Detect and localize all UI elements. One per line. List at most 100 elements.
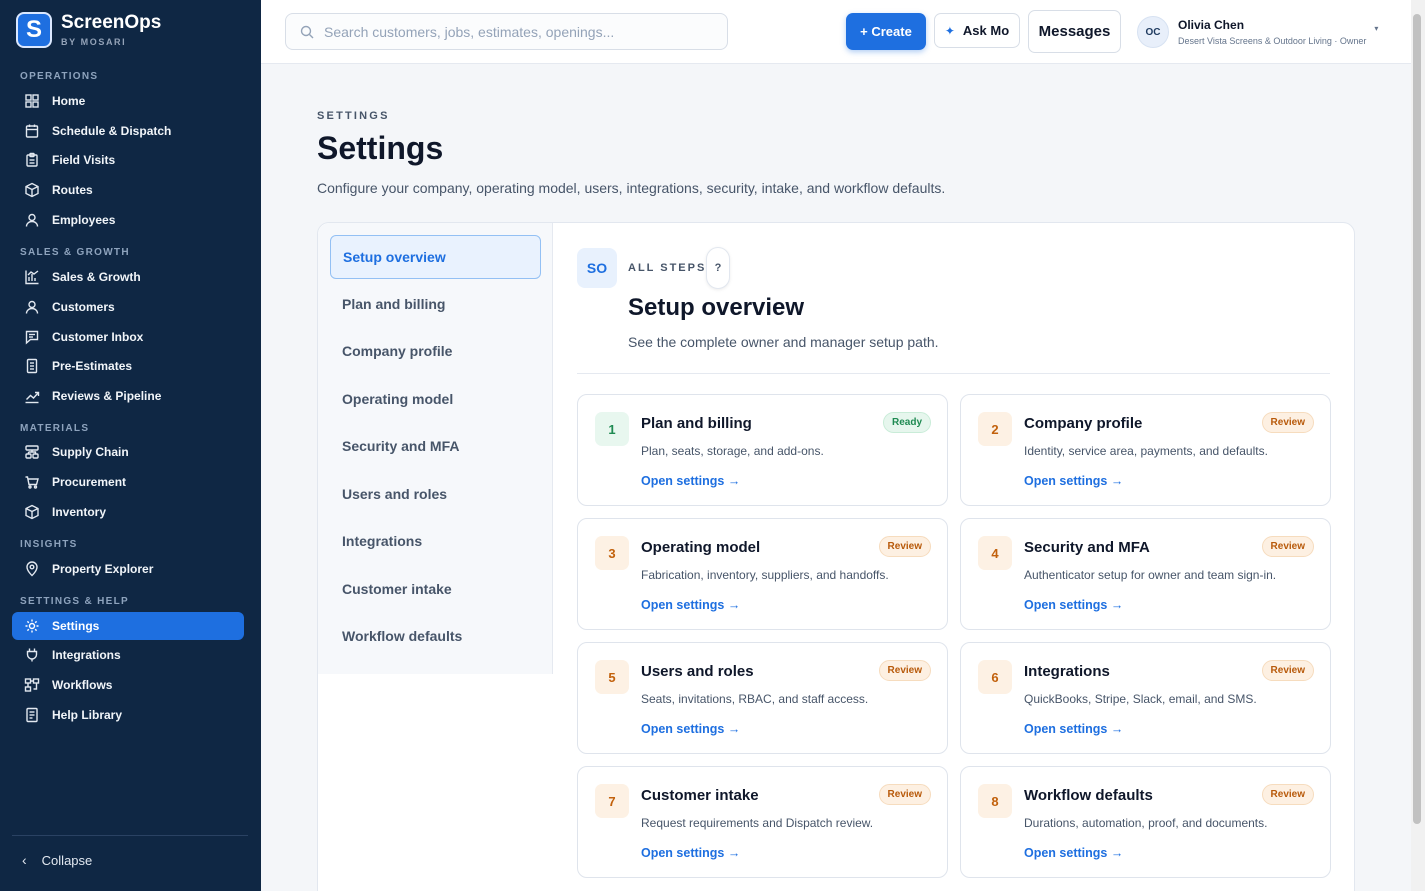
avatar: OC <box>1137 16 1169 48</box>
sidebar-item-label: Procurement <box>52 475 127 489</box>
sidebar-item-settings[interactable]: Settings <box>12 612 244 640</box>
sidebar-item-label: Reviews & Pipeline <box>52 389 162 403</box>
status-badge: Review <box>878 536 931 557</box>
sidebar-item-inventory[interactable]: Inventory <box>12 498 244 526</box>
page-eyebrow: SETTINGS <box>317 110 390 122</box>
sidebar-item-sales-growth[interactable]: Sales & Growth <box>12 263 244 291</box>
sidebar-item-customers[interactable]: Customers <box>12 293 244 321</box>
page-title: Settings <box>317 130 444 166</box>
subnav-customer-intake[interactable]: Customer intake <box>330 567 541 611</box>
card-title: Plan and billing <box>641 415 752 432</box>
brand[interactable]: S ScreenOps BY MOSARI <box>16 12 161 48</box>
sidebar-item-reviews-pipeline[interactable]: Reviews & Pipeline <box>12 382 244 410</box>
open-settings-link[interactable]: Open settings → <box>1024 722 1123 736</box>
card-title: Users and roles <box>641 663 754 680</box>
ask-mo-button[interactable]: ✦ Ask Mo <box>934 13 1020 48</box>
open-settings-link[interactable]: Open settings → <box>641 598 740 612</box>
setup-card-integrations[interactable]: 6 Integrations Review QuickBooks, Stripe… <box>960 642 1331 754</box>
status-badge: Review <box>1261 412 1314 433</box>
brand-subtitle: BY MOSARI <box>61 37 127 47</box>
subnav-setup-overview[interactable]: Setup overview <box>330 235 541 279</box>
sidebar-item-employees[interactable]: Employees <box>12 206 244 234</box>
document-icon <box>26 358 38 374</box>
sidebar-item-label: Pre-Estimates <box>52 359 133 373</box>
subnav-plan-billing[interactable]: Plan and billing <box>330 282 541 326</box>
collapse-label: Collapse <box>41 852 93 868</box>
nav-section-materials: MATERIALS <box>20 423 90 434</box>
sidebar-item-supply-chain[interactable]: Supply Chain <box>12 438 244 466</box>
card-description: Request requirements and Dispatch review… <box>641 816 874 830</box>
sidebar-item-procurement[interactable]: Procurement <box>12 468 244 496</box>
bar-chart-icon <box>25 270 39 285</box>
sidebar: S ScreenOps BY MOSARI OPERATIONS Home Sc… <box>0 0 261 891</box>
sidebar-item-workflows[interactable]: Workflows <box>12 671 244 699</box>
user-menu[interactable]: OC Olivia Chen Desert Vista Screens & Ou… <box>1137 16 1378 48</box>
open-settings-link[interactable]: Open settings → <box>641 722 740 736</box>
sidebar-item-label: Employees <box>52 213 116 227</box>
scrollbar[interactable] <box>1411 0 1425 891</box>
section-badge: SO <box>577 248 617 288</box>
section-title: Setup overview <box>628 294 805 321</box>
help-button[interactable]: ? <box>706 247 730 289</box>
sidebar-item-label: Customer Inbox <box>52 330 144 344</box>
search-box[interactable] <box>285 13 728 50</box>
card-title: Security and MFA <box>1024 539 1150 556</box>
setup-card-customer-intake[interactable]: 7 Customer intake Review Request require… <box>577 766 948 878</box>
open-settings-link[interactable]: Open settings → <box>641 474 740 488</box>
step-number: 4 <box>978 536 1012 570</box>
sidebar-item-field-visits[interactable]: Field Visits <box>12 146 244 174</box>
topbar: + Create ✦ Ask Mo Messages OC Olivia Che… <box>261 0 1411 64</box>
person-icon <box>25 300 39 314</box>
subnav-workflow-defaults[interactable]: Workflow defaults <box>330 614 541 658</box>
setup-card-users-roles[interactable]: 5 Users and roles Review Seats, invitati… <box>577 642 948 754</box>
open-settings-link[interactable]: Open settings → <box>1024 846 1123 860</box>
map-pin-icon <box>26 561 38 577</box>
open-settings-link[interactable]: Open settings → <box>1024 598 1123 612</box>
sidebar-item-label: Workflows <box>52 678 113 692</box>
create-button[interactable]: + Create <box>846 13 926 50</box>
open-settings-link[interactable]: Open settings → <box>1024 474 1123 488</box>
sidebar-item-label: Routes <box>52 183 93 197</box>
scrollbar-thumb[interactable] <box>1413 14 1421 824</box>
sidebar-item-label: Inventory <box>52 505 107 519</box>
setup-card-company-profile[interactable]: 2 Company profile Review Identity, servi… <box>960 394 1331 506</box>
card-description: QuickBooks, Stripe, Slack, email, and SM… <box>1024 692 1257 706</box>
setup-card-operating-model[interactable]: 3 Operating model Review Fabrication, in… <box>577 518 948 630</box>
chevron-down-icon: ▾ <box>1374 23 1379 33</box>
step-number: 8 <box>978 784 1012 818</box>
subnav-company-profile[interactable]: Company profile <box>330 329 541 373</box>
sidebar-item-help-library[interactable]: Help Library <box>12 701 244 729</box>
card-description: Identity, service area, payments, and de… <box>1024 444 1268 458</box>
subnav-security-mfa[interactable]: Security and MFA <box>330 424 541 468</box>
search-input[interactable] <box>286 14 727 49</box>
collapse-button[interactable]: ‹ Collapse <box>22 852 92 868</box>
setup-card-plan-billing[interactable]: 1 Plan and billing Ready Plan, seats, st… <box>577 394 948 506</box>
open-settings-link[interactable]: Open settings → <box>641 846 740 860</box>
nav-section-insights: INSIGHTS <box>20 539 78 550</box>
card-title: Operating model <box>641 539 761 556</box>
setup-card-workflow-defaults[interactable]: 8 Workflow defaults Review Durations, au… <box>960 766 1331 878</box>
step-number: 7 <box>595 784 629 818</box>
subnav-users-roles[interactable]: Users and roles <box>330 472 541 516</box>
sidebar-item-customer-inbox[interactable]: Customer Inbox <box>12 323 244 351</box>
sidebar-item-integrations[interactable]: Integrations <box>12 641 244 669</box>
logo-icon: S <box>16 12 52 48</box>
sidebar-item-pre-estimates[interactable]: Pre-Estimates <box>12 352 244 380</box>
sidebar-item-label: Settings <box>52 619 100 633</box>
sidebar-item-routes[interactable]: Routes <box>12 176 244 204</box>
setup-card-security-mfa[interactable]: 4 Security and MFA Review Authenticator … <box>960 518 1331 630</box>
sparkle-icon: ✦ <box>944 23 955 38</box>
subnav-operating-model[interactable]: Operating model <box>330 377 541 421</box>
step-number: 3 <box>595 536 629 570</box>
nav-section-settings-help: SETTINGS & HELP <box>20 596 129 607</box>
sidebar-item-property-explorer[interactable]: Property Explorer <box>12 555 244 583</box>
gear-icon <box>25 619 39 633</box>
sidebar-item-label: Sales & Growth <box>52 270 141 284</box>
messages-button[interactable]: Messages <box>1028 10 1121 53</box>
workflow-icon <box>24 678 40 692</box>
subnav-integrations[interactable]: Integrations <box>330 519 541 563</box>
sidebar-item-schedule[interactable]: Schedule & Dispatch <box>12 117 244 145</box>
status-badge: Review <box>878 784 931 805</box>
nav-section-sales: SALES & GROWTH <box>20 247 130 258</box>
sidebar-item-home[interactable]: Home <box>12 87 244 115</box>
